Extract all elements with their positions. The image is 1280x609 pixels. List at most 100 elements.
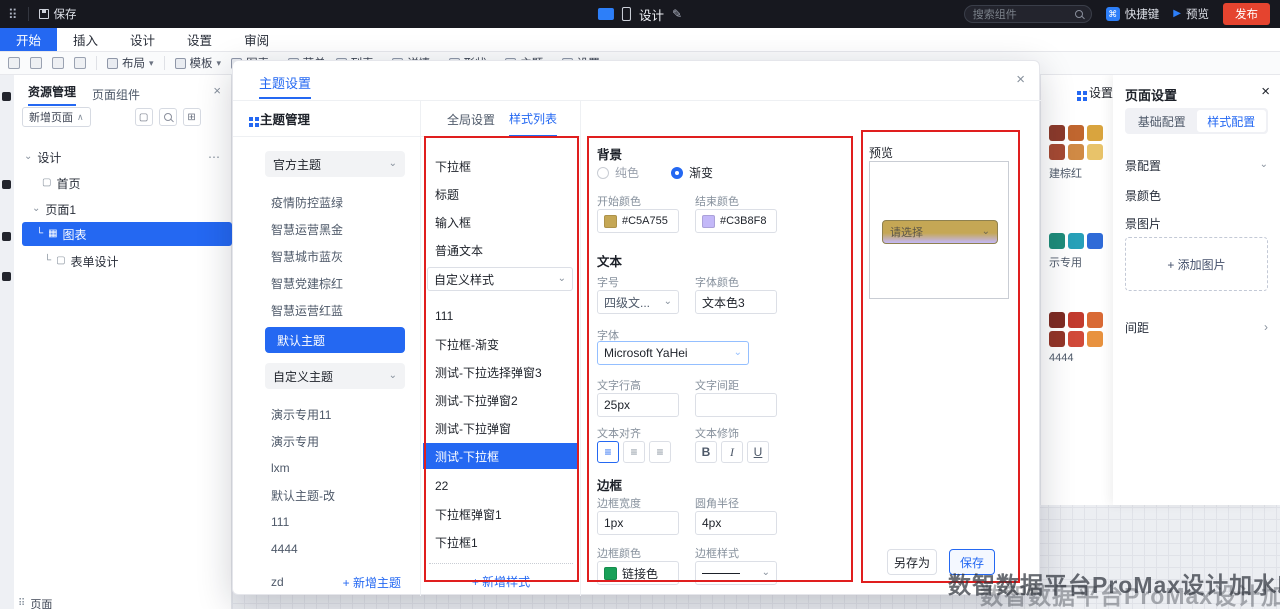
start-color-input[interactable]: #C5A755	[597, 209, 679, 233]
theme-item[interactable]: 4444	[233, 536, 420, 562]
bg-config-row[interactable]: 景配置 ⌄	[1125, 155, 1268, 175]
apps-grid-icon[interactable]: ⠿	[8, 8, 18, 21]
panel-handle-icon[interactable]	[2, 272, 11, 281]
style-item[interactable]: 下拉框1	[421, 529, 580, 555]
letter-spacing-input[interactable]	[695, 393, 777, 417]
line-height-input[interactable]: 25px	[597, 393, 679, 417]
style-item[interactable]: 普通文本	[421, 237, 580, 263]
theme-item[interactable]: 智慧运营黑金	[233, 216, 420, 242]
paste-icon[interactable]	[30, 57, 42, 69]
theme-item[interactable]: lxm	[233, 455, 420, 481]
style-item[interactable]: 下拉框	[421, 153, 580, 179]
tree-node-home[interactable]: ▢ 首页	[14, 171, 232, 195]
theme-item[interactable]: 默认主题-改	[233, 482, 420, 508]
border-color-input[interactable]: 链接色	[597, 561, 679, 585]
clipboard-icon[interactable]	[8, 57, 20, 69]
panel-handle-icon[interactable]	[2, 232, 11, 241]
official-theme-group[interactable]: 官方主题 ⌄	[265, 151, 405, 177]
theme-item[interactable]: zd	[271, 575, 284, 589]
menu-tab-insert[interactable]: 插入	[57, 28, 114, 51]
style-item-selected[interactable]: 测试-下拉框	[423, 443, 579, 469]
border-width-input[interactable]: 1px	[597, 511, 679, 535]
mobile-view-icon[interactable]	[622, 7, 631, 21]
preview-button[interactable]: ▶ 预览	[1173, 6, 1209, 22]
toolbar-group-template[interactable]: 模板▾	[175, 55, 222, 71]
style-item[interactable]: 111	[421, 303, 580, 329]
settings-tab[interactable]: 设置	[1077, 84, 1113, 101]
more-icon[interactable]: ⋯	[208, 151, 220, 163]
new-page-button[interactable]: 新增页面 ∧	[22, 107, 91, 127]
theme-item[interactable]: 111	[233, 509, 420, 535]
border-radius-input[interactable]: 4px	[695, 511, 777, 535]
add-style-button[interactable]: + 新增样式	[421, 573, 581, 590]
component-search-input[interactable]: 搜索组件	[964, 5, 1092, 23]
italic-button[interactable]: I	[721, 441, 743, 463]
style-item[interactable]: 标题	[421, 181, 580, 207]
expand-icon[interactable]: ⊞	[183, 108, 201, 126]
theme-item[interactable]: 演示专用11	[233, 401, 420, 427]
style-item[interactable]: 下拉框-渐变	[421, 331, 580, 357]
theme-item[interactable]: 疫情防控蓝绿	[233, 189, 420, 215]
toolbar-group-layout[interactable]: 布局▾	[107, 55, 154, 71]
bg-image-row[interactable]: 景图片	[1125, 213, 1268, 233]
bold-button[interactable]: B	[695, 441, 717, 463]
tree-node-chart[interactable]: └ ▦ 图表	[22, 222, 232, 246]
theme-item-selected[interactable]: 默认主题	[265, 327, 405, 353]
close-icon[interactable]: ×	[1261, 84, 1270, 99]
modal-title[interactable]: 主题设置	[259, 73, 311, 99]
style-item[interactable]: 22	[421, 473, 580, 499]
tab-page-components[interactable]: 页面组件	[92, 86, 140, 103]
delete-icon[interactable]	[74, 57, 86, 69]
tab-style-config[interactable]: 样式配置	[1197, 110, 1267, 132]
panel-handle-icon[interactable]	[2, 180, 11, 189]
edit-title-icon[interactable]: ✎	[672, 8, 682, 20]
style-item[interactable]: 下拉框弹窗1	[421, 501, 580, 527]
save-as-button[interactable]: 另存为	[887, 549, 937, 575]
style-item[interactable]: 测试-下拉选择弹窗3	[421, 359, 580, 385]
menu-tab-settings[interactable]: 设置	[171, 28, 228, 51]
custom-theme-group[interactable]: 自定义主题 ⌄	[265, 363, 405, 389]
menu-tab-start[interactable]: 开始	[0, 28, 57, 51]
menu-tab-design[interactable]: 设计	[114, 28, 171, 51]
search-icon[interactable]	[159, 108, 177, 126]
end-color-input[interactable]: #C3B8F8	[695, 209, 777, 233]
border-style-select[interactable]: ⌄	[695, 561, 777, 585]
theme-item[interactable]: 智慧城市蓝灰	[233, 243, 420, 269]
tab-style-list[interactable]: 样式列表	[509, 101, 557, 137]
style-item[interactable]: 测试-下拉弹窗2	[421, 387, 580, 413]
close-icon[interactable]: ×	[213, 84, 221, 97]
theme-palette-item[interactable]: 4444	[1041, 312, 1113, 364]
tab-resource-manage[interactable]: 资源管理	[28, 83, 76, 106]
folder-icon[interactable]: ▢	[135, 108, 153, 126]
font-family-select[interactable]: Microsoft YaHei ⌄	[597, 341, 749, 365]
bg-color-row[interactable]: 景颜色	[1125, 185, 1268, 205]
tab-basic-config[interactable]: 基础配置	[1127, 110, 1197, 132]
tree-node-form[interactable]: └ ▢ 表单设计	[14, 249, 232, 273]
style-item[interactable]: 输入框	[421, 209, 580, 235]
custom-style-select[interactable]: 自定义样式 ⌄	[427, 267, 573, 291]
spacing-row[interactable]: 间距 ›	[1125, 317, 1268, 337]
align-right-button[interactable]: ≡	[649, 441, 671, 463]
theme-palette-item[interactable]: 示专用	[1041, 233, 1113, 270]
radio-solid[interactable]: 纯色	[597, 164, 639, 181]
align-center-button[interactable]: ≡	[623, 441, 645, 463]
align-left-button[interactable]: ≡	[597, 441, 619, 463]
desktop-view-icon[interactable]	[598, 8, 614, 20]
tree-node-design[interactable]: ⌄ 设计 ⋯	[14, 145, 232, 169]
font-size-select[interactable]: 四级文... ⌄	[597, 290, 679, 314]
publish-button[interactable]: 发布	[1223, 3, 1270, 25]
shortcut-button[interactable]: ⌘ 快捷键	[1106, 6, 1160, 22]
bottom-page-label[interactable]: ⠿ 页面	[18, 596, 52, 609]
save-button[interactable]: 保存	[39, 6, 77, 22]
panel-handle-icon[interactable]	[2, 92, 11, 101]
format-brush-icon[interactable]	[52, 57, 64, 69]
save-button[interactable]: 保存	[949, 549, 995, 575]
theme-item[interactable]: 智慧党建棕红	[233, 270, 420, 296]
theme-palette-item[interactable]: 建棕红	[1041, 125, 1113, 181]
add-theme-button[interactable]: + 新增主题	[343, 574, 401, 591]
tree-node-page1[interactable]: ⌄ 页面1	[14, 197, 232, 221]
close-icon[interactable]: ×	[1016, 72, 1025, 87]
style-item[interactable]: 测试-下拉弹窗	[421, 415, 580, 441]
theme-item[interactable]: 智慧运营红蓝	[233, 297, 420, 323]
tab-global-settings[interactable]: 全局设置	[447, 101, 495, 137]
